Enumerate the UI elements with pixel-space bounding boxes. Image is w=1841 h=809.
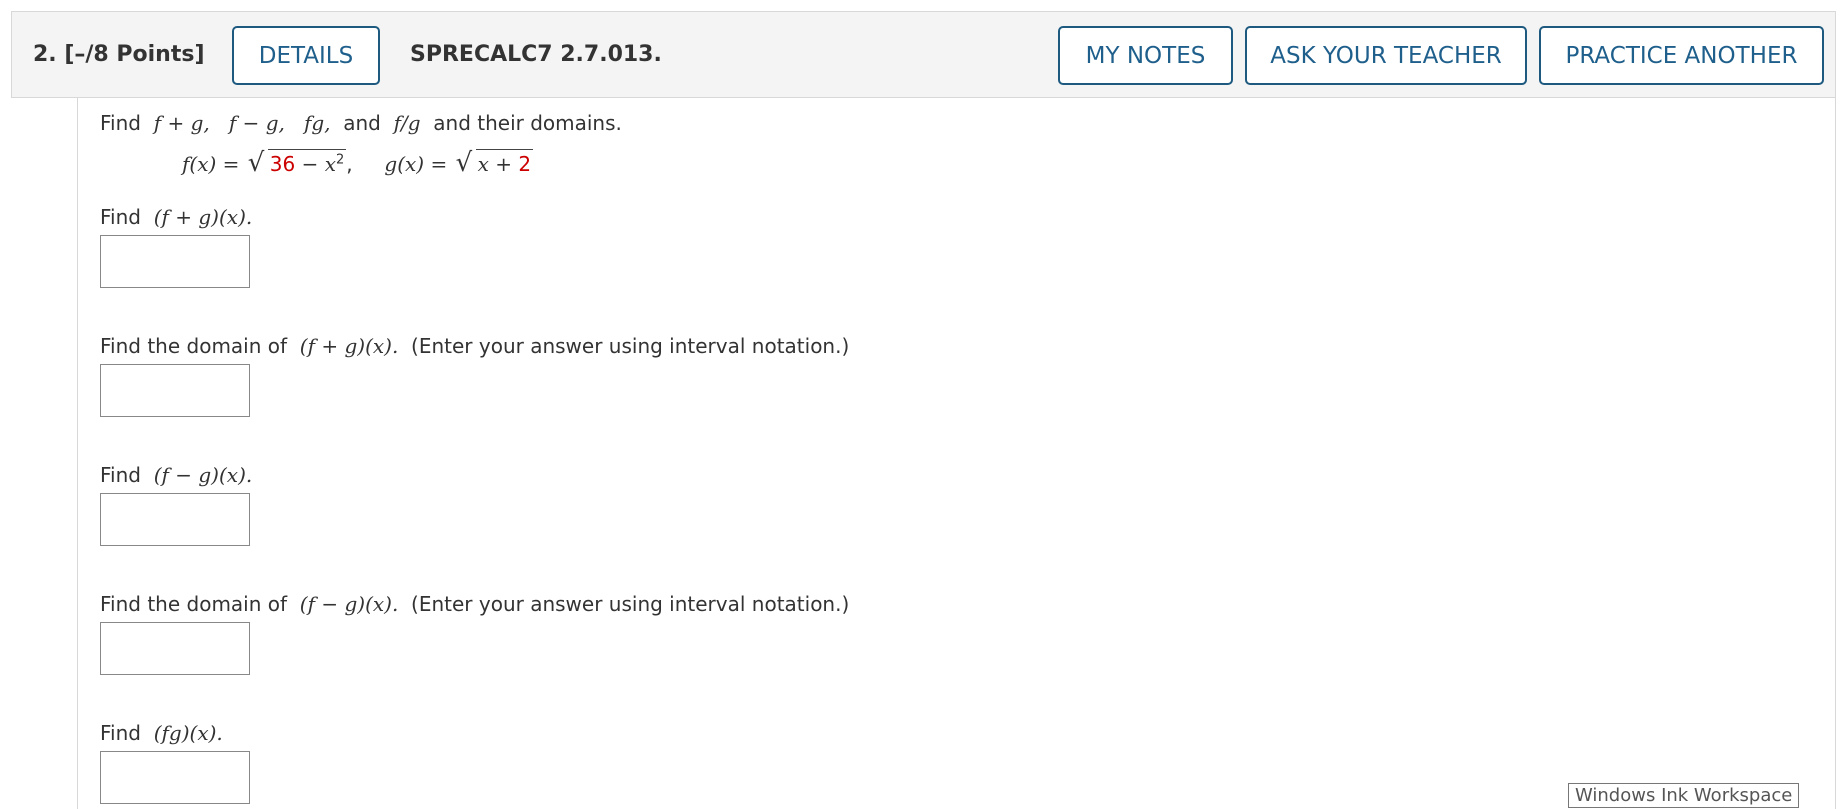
- question-number: 2. [–/8 Points]: [33, 42, 205, 67]
- intro-f-minus-g: f − g,: [228, 111, 285, 135]
- part-expression: (f − g)(x).: [299, 592, 399, 616]
- f-comma: ,: [346, 152, 353, 176]
- question-id: SPRECALC7 2.7.013.: [410, 42, 662, 67]
- intro-find: Find: [100, 111, 141, 135]
- answer-f-plus-g-input[interactable]: [100, 235, 250, 288]
- answer-domain-f-plus-g-input[interactable]: [100, 364, 250, 417]
- intro-fg: fg,: [303, 111, 331, 135]
- question-points: [–/8 Points]: [64, 42, 205, 67]
- g-radicand: x + 2: [475, 149, 534, 176]
- part-1-prompt: Find (f + g)(x).: [100, 205, 252, 229]
- f-radical: √ 36 − x2: [247, 148, 347, 178]
- intro-and: and: [343, 111, 381, 135]
- part-prefix: Find: [100, 463, 141, 487]
- answer-f-minus-g-input[interactable]: [100, 493, 250, 546]
- question-number-text: 2.: [33, 42, 57, 67]
- part-expression: (f + g)(x).: [153, 205, 253, 229]
- f-exponent: 2: [335, 152, 345, 168]
- part-note: (Enter your answer using interval notati…: [411, 334, 850, 358]
- part-prefix: Find: [100, 721, 141, 745]
- part-prefix: Find the domain of: [100, 592, 288, 616]
- part-prefix: Find the domain of: [100, 334, 288, 358]
- f-radicand: 36 − x2: [267, 149, 347, 176]
- question-body: [77, 98, 1836, 809]
- square-root-icon: √: [247, 148, 265, 178]
- part-note: (Enter your answer using interval notati…: [411, 592, 850, 616]
- question-page: 2. [–/8 Points] DETAILS SPRECALC7 2.7.01…: [0, 0, 1841, 809]
- intro-f-over-g: f/g: [393, 111, 421, 135]
- g-radicand-variable: x +: [477, 152, 519, 176]
- function-definitions: f(x) = √ 36 − x2 , g(x) = √ x + 2: [182, 148, 534, 178]
- g-radical: √ x + 2: [455, 148, 534, 178]
- part-3-prompt: Find (f − g)(x).: [100, 463, 252, 487]
- problem-intro: Find f + g, f − g, fg, and f/g and their…: [100, 111, 622, 135]
- part-2-prompt: Find the domain of (f + g)(x). (Enter yo…: [100, 334, 849, 358]
- answer-fg-input[interactable]: [100, 751, 250, 804]
- details-button[interactable]: DETAILS: [232, 26, 380, 85]
- my-notes-button[interactable]: MY NOTES: [1058, 26, 1233, 85]
- g-radicand-constant: 2: [518, 152, 532, 176]
- practice-another-button[interactable]: PRACTICE ANOTHER: [1539, 26, 1824, 85]
- f-definition-lhs: f(x) =: [182, 152, 240, 176]
- part-prefix: Find: [100, 205, 141, 229]
- part-expression: (f + g)(x).: [299, 334, 399, 358]
- part-expression: (fg)(x).: [153, 721, 223, 745]
- part-expression: (f − g)(x).: [153, 463, 253, 487]
- intro-f-plus-g: f + g,: [153, 111, 210, 135]
- part-4-prompt: Find the domain of (f − g)(x). (Enter yo…: [100, 592, 849, 616]
- f-radicand-variable: − x: [295, 152, 336, 176]
- square-root-icon: √: [455, 148, 473, 178]
- intro-tail: and their domains.: [433, 111, 622, 135]
- answer-domain-f-minus-g-input[interactable]: [100, 622, 250, 675]
- part-5-prompt: Find (fg)(x).: [100, 721, 223, 745]
- g-definition-lhs: g(x) =: [384, 152, 448, 176]
- f-radicand-constant: 36: [269, 152, 296, 176]
- ask-your-teacher-button[interactable]: ASK YOUR TEACHER: [1245, 26, 1527, 85]
- windows-ink-tooltip: Windows Ink Workspace: [1568, 783, 1800, 808]
